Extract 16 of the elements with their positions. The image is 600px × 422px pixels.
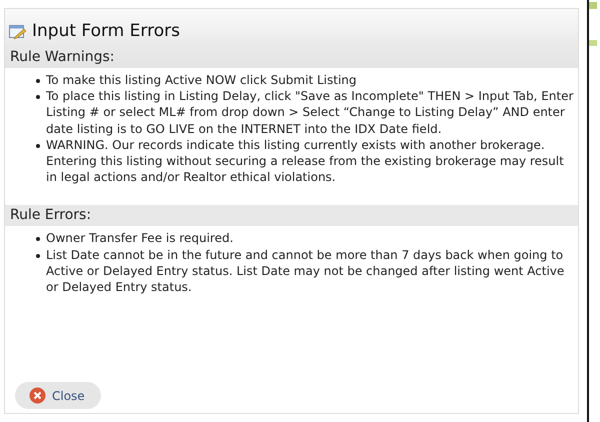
message-text: List Date cannot be in the future and cannot be more than 7 days back when going to Active or Delayed Entry status. List Date may not be changed after listing went Active or Delayed Entry status.: [46, 246, 566, 296]
close-icon: [29, 387, 46, 404]
bullet-icon: [36, 237, 40, 242]
bullet-icon: [36, 79, 40, 83]
bullet-icon: [36, 95, 40, 100]
message-text: To make this listing Active NOW click Submit Listing: [46, 72, 356, 88]
bullet-icon: [36, 144, 40, 148]
section-heading: Rule Errors:: [5, 205, 578, 226]
dialog-title: Input Form Errors: [32, 21, 180, 41]
section-heading: Rule Warnings:: [5, 47, 578, 68]
message-text: To place this listing in Listing Delay, click "Save as Incomplete" THEN > Input Tab, Enter Listing # or select ML# from drop down > Select “Change to Listing Delay” AND enter date listing is to GO LIVE on the INTERNET into the IDX Date field.: [46, 88, 574, 137]
message-text: Owner Transfer Fee is required.: [46, 230, 234, 247]
close-button[interactable]: Close: [15, 382, 101, 409]
form-pencil-icon: [9, 24, 26, 38]
bullet-icon: [36, 254, 40, 258]
message-text: WARNING. Our records indicate this listing currently exists with another brokerage. Entering this listing without securing a release from the existing brokerage may result in legal actions and/or Realtor ethical violations.: [46, 136, 565, 186]
